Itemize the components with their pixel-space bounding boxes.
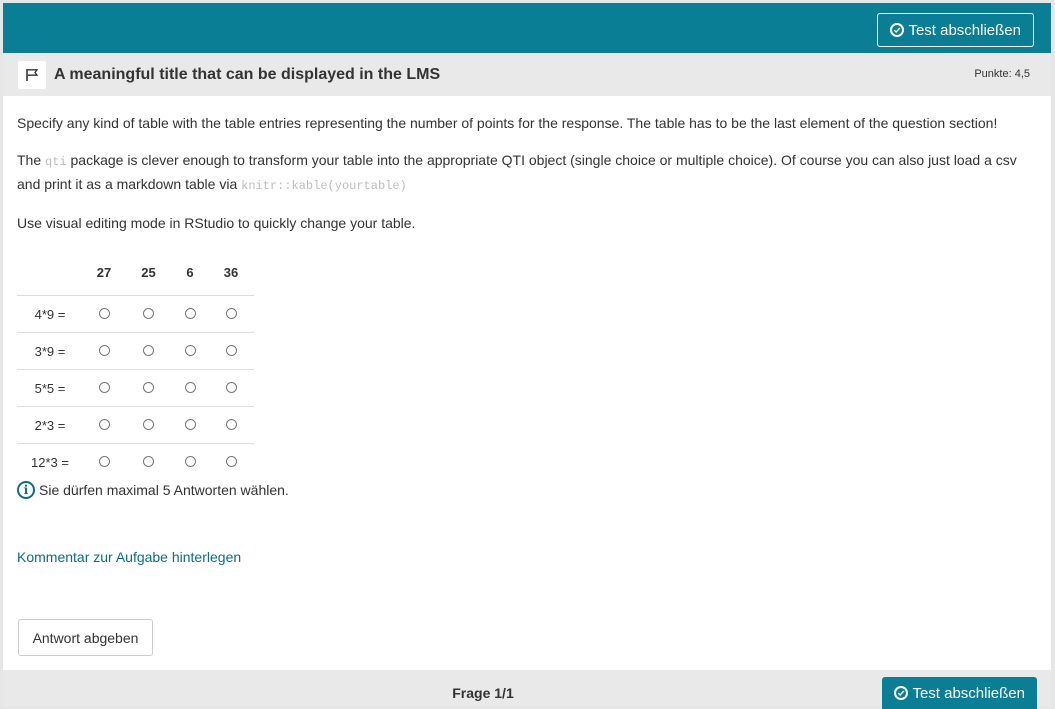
paragraph-2: The qti package is clever enough to tran… [17,152,1017,193]
matrix-row: 3*9 = [17,332,254,370]
radio-button[interactable] [184,418,196,430]
paragraph-1: Specify any kind of table with the table… [17,115,998,131]
finish-test-button[interactable]: Test abschließen [877,13,1034,47]
question-header: A meaningful title that can be displayed… [3,53,1051,96]
check-circle-icon [894,686,909,700]
radio-button[interactable] [143,344,154,356]
check-circle-icon [890,23,905,37]
inline-code-qti: qti [45,155,67,169]
radio-button[interactable] [143,307,154,319]
matrix-row: 5*5 = [17,369,254,407]
radio-button[interactable] [143,381,154,393]
finish-test-button-bottom[interactable]: Test abschließen [882,677,1037,709]
page-indicator: Frage 1/1 [452,685,514,701]
top-bar: Test abschließen [3,3,1051,53]
paragraph-3: Use visual editing mode in RStudio to qu… [17,215,416,231]
question-title: A meaningful title that can be displayed… [54,65,441,83]
comment-link[interactable]: Kommentar zur Aufgabe hinterlegen [17,549,241,565]
radio-button[interactable] [184,455,196,467]
column-header: 27 [96,265,112,280]
row-label: 2*3 = [17,406,83,444]
bottom-bar: Frage 1/1 Test abschließen [3,670,1051,709]
inline-code-kable: knitr::kable(yourtable) [241,179,407,193]
finish-test-label: Test abschließen [912,684,1025,702]
row-label: 3*9 = [17,332,83,370]
finish-test-label: Test abschließen [908,21,1021,39]
radio-button[interactable] [184,344,196,356]
radio-button[interactable] [98,418,110,430]
radio-button[interactable] [143,455,154,467]
info-icon: i [17,481,35,499]
radio-button[interactable] [98,307,110,319]
radio-button[interactable] [225,455,237,467]
radio-button[interactable] [98,344,110,356]
flag-icon[interactable] [18,60,46,89]
radio-button[interactable] [225,344,237,356]
radio-button[interactable] [225,307,237,319]
points-label: Punkte: 4,5 [974,68,1030,80]
column-header: 6 [186,265,194,280]
row-label: 12*3 = [17,443,83,480]
column-header: 25 [141,265,156,280]
radio-button[interactable] [225,381,237,393]
question-text: Specify any kind of table with the table… [17,112,1037,249]
radio-button[interactable] [184,381,196,393]
column-header: 36 [223,265,239,280]
matrix-row: 12*3 = [17,443,254,480]
radio-button[interactable] [98,455,110,467]
radio-button[interactable] [98,381,110,393]
answer-matrix: 27 25 6 36 4*9 = 3*9 = 5*5 = 2*3 = 12*3 … [17,250,254,480]
radio-button[interactable] [225,418,237,430]
hint-text: Sie dürfen maximal 5 Antworten wählen. [39,482,289,498]
row-label: 4*9 = [17,295,83,333]
radio-button[interactable] [143,418,154,430]
submit-answer-button[interactable]: Antwort abgeben [18,619,153,656]
radio-button[interactable] [184,307,196,319]
matrix-row: 4*9 = [17,295,254,333]
matrix-row: 2*3 = [17,406,254,444]
row-label: 5*5 = [17,369,83,407]
selection-hint: i Sie dürfen maximal 5 Antworten wählen. [17,481,289,499]
matrix-header-row: 27 25 6 36 [17,250,254,296]
